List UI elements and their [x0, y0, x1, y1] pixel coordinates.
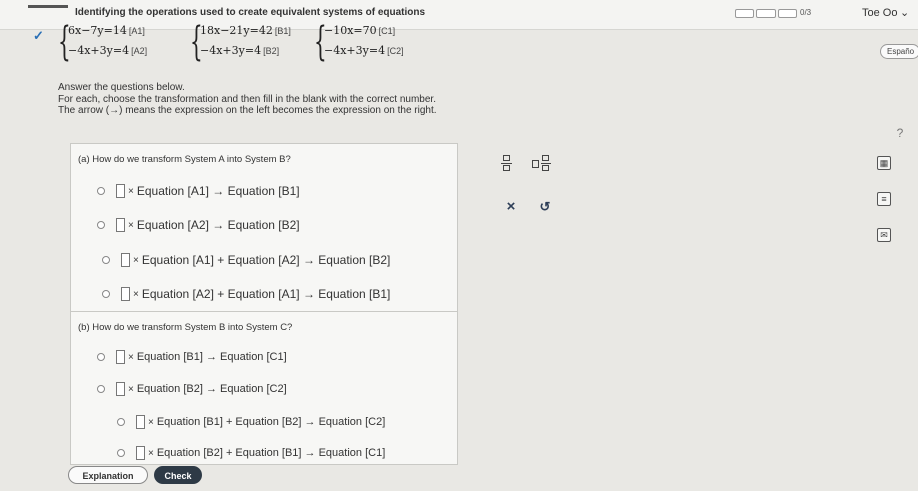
label-a1: [A1]	[128, 26, 145, 36]
help-icon[interactable]: ?	[893, 126, 907, 140]
option-b2[interactable]: × Equation [B2] → Equation [C2]	[97, 382, 287, 396]
option-b4[interactable]: × Equation [B2] + Equation [B1] → Equati…	[117, 446, 385, 460]
radio-button[interactable]	[117, 418, 125, 426]
times-sign: ×	[128, 383, 134, 395]
instruction-line-3: The arrow (→) means the expression on th…	[58, 105, 437, 116]
radio-button[interactable]	[102, 290, 110, 298]
undo-icon[interactable]: ↺	[536, 198, 554, 216]
progress-text: 0/3	[800, 8, 812, 17]
option-label: Equation [A2] → Equation [B2]	[136, 218, 300, 232]
fraction-icon[interactable]	[499, 155, 515, 175]
option-label: Equation [A1] → Equation [B1]	[136, 184, 300, 198]
option-a1[interactable]: × Equation [A1] → Equation [B1]	[97, 184, 300, 198]
times-sign: ×	[128, 219, 134, 231]
question-b: (b) How do we transform System B into Sy…	[78, 322, 293, 333]
option-b1[interactable]: × Equation [B1] → Equation [C1]	[97, 350, 287, 364]
label-b1: [B1]	[274, 26, 291, 36]
radio-button[interactable]	[102, 256, 110, 264]
equation-c1: −10x=70	[324, 24, 377, 37]
instructions: Answer the questions below. For each, ch…	[58, 82, 437, 117]
number-blank[interactable]	[116, 218, 125, 232]
page-title: Identifying the operations used to creat…	[75, 7, 426, 18]
calculator-icon[interactable]: ▦	[877, 156, 891, 170]
label-c2: [C2]	[387, 46, 404, 56]
equation-c2: −4x+3y=4	[324, 44, 386, 57]
label-a2: [A2]	[131, 46, 148, 56]
divider	[71, 311, 457, 312]
radio-button[interactable]	[117, 449, 125, 457]
explanation-button[interactable]: Explanation	[68, 466, 148, 484]
times-sign: ×	[128, 351, 134, 363]
label-c1: [C1]	[378, 26, 396, 36]
label-b2: [B2]	[263, 46, 280, 56]
option-a4[interactable]: × Equation [A2] + Equation [A1] → Equati…	[102, 287, 390, 301]
option-b3[interactable]: × Equation [B1] + Equation [B2] → Equati…	[117, 415, 385, 429]
notes-icon[interactable]: ≡	[877, 192, 891, 206]
times-sign: ×	[133, 288, 139, 300]
option-a2[interactable]: × Equation [A2] → Equation [B2]	[97, 218, 300, 232]
mail-icon[interactable]: ✉	[877, 228, 891, 242]
number-blank[interactable]	[116, 350, 125, 364]
option-label: Equation [A2] + Equation [A1] → Equation…	[141, 287, 391, 301]
option-label: Equation [B2] → Equation [C2]	[136, 383, 287, 395]
equation-b2: −4x+3y=4	[200, 44, 262, 57]
question-panel: (a) How do we transform System A into Sy…	[70, 143, 458, 465]
radio-button[interactable]	[97, 187, 105, 195]
instruction-line-2: For each, choose the transformation and …	[58, 93, 436, 105]
chevron-down-icon[interactable]: ⌄	[900, 6, 909, 19]
number-blank[interactable]	[136, 415, 145, 429]
times-sign: ×	[148, 416, 154, 428]
number-blank[interactable]	[121, 287, 130, 301]
progress-bar	[735, 9, 797, 18]
math-toolbox: × ↺	[486, 145, 584, 240]
check-button[interactable]: Check	[154, 466, 202, 484]
equation-a2: −4x+3y=4	[68, 44, 130, 57]
times-sign: ×	[148, 447, 154, 459]
clear-icon[interactable]: ×	[502, 198, 520, 216]
option-a3[interactable]: × Equation [A1] + Equation [A2] → Equati…	[102, 253, 390, 267]
menu-icon[interactable]	[28, 5, 68, 8]
instruction-line-1: Answer the questions below.	[58, 82, 185, 93]
option-label: Equation [B1] + Equation [B2] → Equation…	[156, 416, 386, 428]
times-sign: ×	[133, 254, 139, 266]
times-sign: ×	[128, 185, 134, 197]
mixed-number-icon[interactable]	[532, 155, 554, 175]
number-blank[interactable]	[136, 446, 145, 460]
option-label: Equation [B2] + Equation [B1] → Equation…	[156, 447, 386, 459]
language-button[interactable]: Españo	[880, 44, 918, 59]
user-name[interactable]: Toe Oo	[862, 7, 897, 19]
question-a: (a) How do we transform System A into Sy…	[78, 154, 291, 165]
option-label: Equation [A1] + Equation [A2] → Equation…	[141, 253, 391, 267]
radio-button[interactable]	[97, 221, 105, 229]
equation-a1: 6x−7y=14	[68, 24, 127, 37]
equation-b1: 18x−21y=42	[200, 24, 273, 37]
number-blank[interactable]	[121, 253, 130, 267]
number-blank[interactable]	[116, 382, 125, 396]
option-label: Equation [B1] → Equation [C1]	[136, 351, 287, 363]
number-blank[interactable]	[116, 184, 125, 198]
collapse-chevron-icon[interactable]: ✓	[33, 28, 44, 44]
radio-button[interactable]	[97, 353, 105, 361]
radio-button[interactable]	[97, 385, 105, 393]
